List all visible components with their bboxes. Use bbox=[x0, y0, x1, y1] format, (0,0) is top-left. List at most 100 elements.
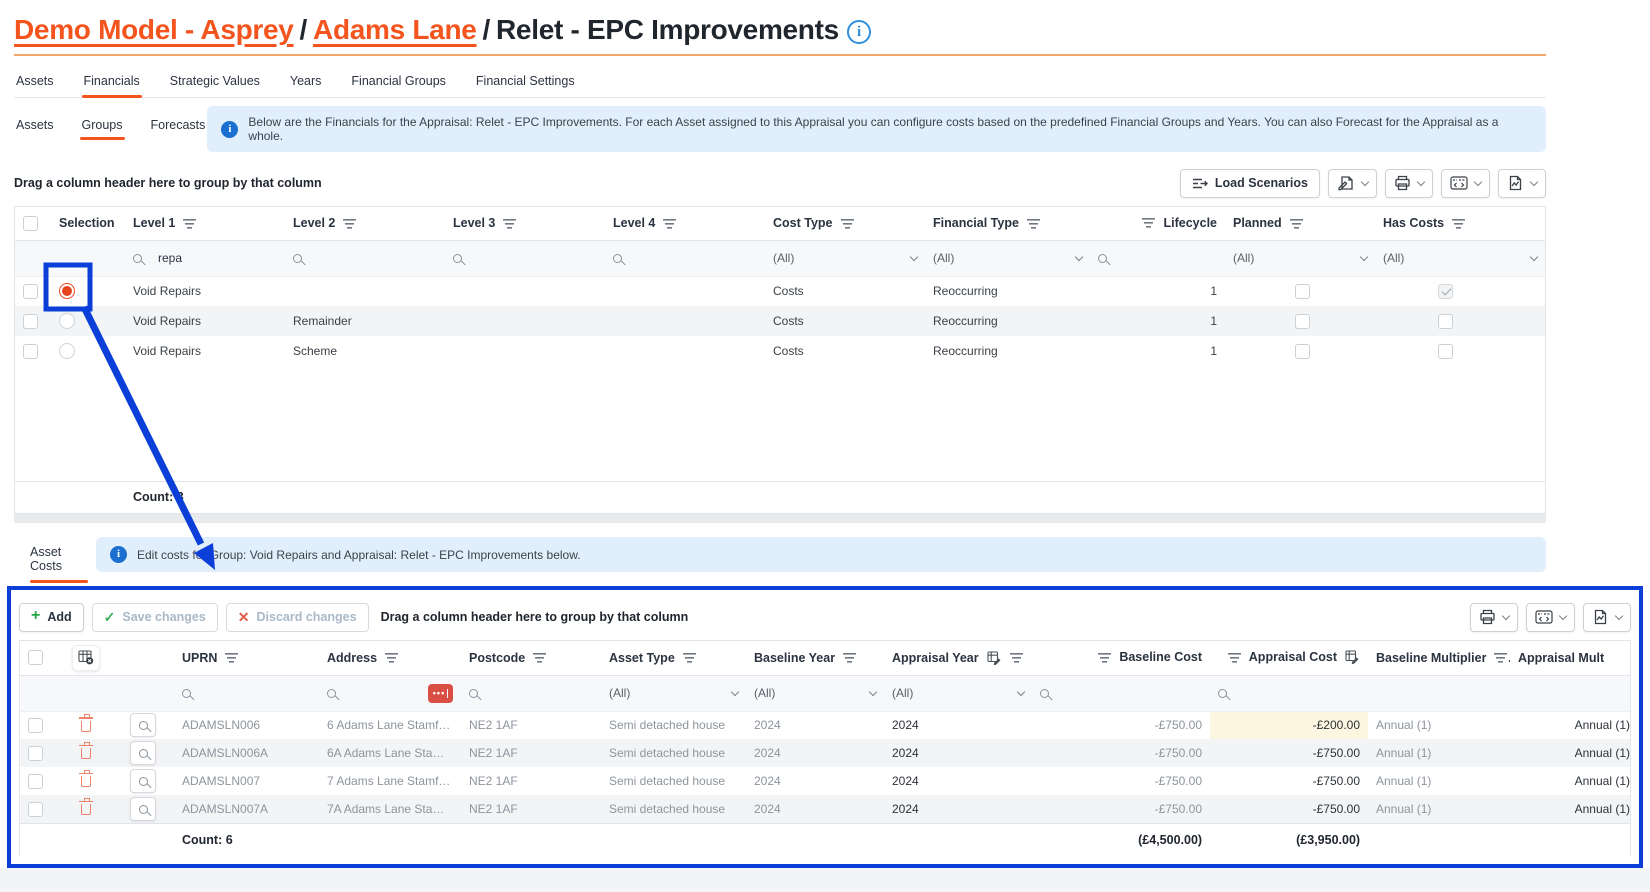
has-costs-checkbox[interactable] bbox=[1438, 314, 1453, 329]
row-lookup-button[interactable] bbox=[130, 797, 156, 821]
col-appraisal-year[interactable]: Appraisal Year bbox=[884, 641, 1032, 675]
selection-radio[interactable] bbox=[59, 343, 75, 359]
col-appraisal-cost[interactable]: Appraisal Cost bbox=[1210, 641, 1368, 675]
tab-assets[interactable]: Assets bbox=[14, 68, 56, 97]
delete-row-icon[interactable] bbox=[81, 748, 91, 759]
col-level1[interactable]: Level 1 bbox=[125, 207, 285, 240]
filter-appraisal-year[interactable]: (All) bbox=[884, 675, 1032, 711]
tab-strategic-values[interactable]: Strategic Values bbox=[168, 68, 262, 97]
filter-icon[interactable] bbox=[503, 218, 516, 229]
row-lookup-button[interactable] bbox=[130, 741, 156, 765]
planned-checkbox[interactable] bbox=[1295, 284, 1310, 299]
appraisal-cost-cell[interactable]: -£750.00 bbox=[1210, 739, 1368, 767]
filter-financial-type[interactable]: (All) bbox=[925, 240, 1090, 276]
col-asset-type[interactable]: Asset Type bbox=[601, 641, 746, 675]
horizontal-scrollbar[interactable] bbox=[14, 514, 1546, 523]
row-checkbox[interactable] bbox=[23, 284, 38, 299]
asset-cost-row[interactable]: ADAMSLN006 6 Adams Lane Stamfor... NE2 1… bbox=[20, 711, 1631, 739]
selection-radio[interactable] bbox=[59, 313, 75, 329]
subtab-groups[interactable]: Groups bbox=[80, 116, 125, 142]
group-row[interactable]: Void Repairs Costs Reoccurring 1 bbox=[15, 276, 1545, 306]
group-row[interactable]: Void Repairs Remainder Costs Reoccurring… bbox=[15, 306, 1545, 336]
row-checkbox[interactable] bbox=[28, 718, 43, 733]
delete-row-icon[interactable] bbox=[81, 721, 91, 732]
asset-cost-row[interactable]: ADAMSLN006A 6A Adams Lane Stamf... NE2 1… bbox=[20, 739, 1631, 767]
filter-lifecycle[interactable] bbox=[1090, 240, 1225, 276]
col-baseline-year[interactable]: Baseline Year bbox=[746, 641, 884, 675]
col-has-costs[interactable]: Has Costs bbox=[1375, 207, 1545, 240]
row-checkbox[interactable] bbox=[28, 774, 43, 789]
asset-cost-row[interactable]: ADAMSLN007A 7A Adams Lane Stamf... NE2 1… bbox=[20, 795, 1631, 823]
has-costs-checkbox[interactable] bbox=[1438, 344, 1453, 359]
planned-checkbox[interactable] bbox=[1295, 314, 1310, 329]
filter-icon[interactable] bbox=[1142, 217, 1155, 228]
filter-postcode[interactable] bbox=[461, 675, 601, 711]
selection-radio[interactable] bbox=[59, 283, 75, 299]
subtab-forecasts[interactable]: Forecasts bbox=[149, 116, 208, 142]
has-costs-checkbox[interactable] bbox=[1438, 284, 1453, 299]
image-export-button[interactable] bbox=[1583, 603, 1631, 632]
filter-cost-type[interactable]: (All) bbox=[765, 240, 925, 276]
save-changes-button[interactable]: ✓Save changes bbox=[92, 603, 218, 632]
filter-icon[interactable] bbox=[1494, 652, 1507, 663]
delete-row-icon[interactable] bbox=[81, 776, 91, 787]
filter-baseline-year[interactable]: (All) bbox=[746, 675, 884, 711]
col-lifecycle[interactable]: Lifecycle bbox=[1090, 207, 1225, 240]
filter-icon[interactable] bbox=[1027, 218, 1040, 229]
col-level2[interactable]: Level 2 bbox=[285, 207, 445, 240]
info-icon[interactable]: i bbox=[847, 20, 871, 44]
filter-has-costs[interactable]: (All) bbox=[1375, 240, 1545, 276]
filter-icon[interactable] bbox=[343, 218, 356, 229]
appraisal-cost-cell[interactable]: -£750.00 bbox=[1210, 767, 1368, 795]
filter-icon[interactable] bbox=[385, 652, 398, 663]
planned-checkbox[interactable] bbox=[1295, 344, 1310, 359]
filter-icon[interactable] bbox=[1098, 652, 1111, 663]
row-lookup-button[interactable] bbox=[130, 713, 156, 737]
filter-level4[interactable] bbox=[605, 240, 765, 276]
row-checkbox[interactable] bbox=[23, 344, 38, 359]
print-button[interactable] bbox=[1385, 169, 1433, 198]
row-checkbox[interactable] bbox=[28, 746, 43, 761]
filter-icon[interactable] bbox=[183, 218, 196, 229]
row-checkbox[interactable] bbox=[23, 314, 38, 329]
discard-changes-button[interactable]: ✕Discard changes bbox=[226, 603, 369, 632]
print-button[interactable] bbox=[1470, 603, 1518, 632]
clear-filters-button[interactable] bbox=[72, 645, 100, 671]
filter-level2[interactable] bbox=[285, 240, 445, 276]
batch-edit-icon[interactable] bbox=[1345, 650, 1360, 664]
select-all-checkbox[interactable] bbox=[28, 650, 43, 665]
filter-icon[interactable] bbox=[841, 218, 854, 229]
col-planned[interactable]: Planned bbox=[1225, 207, 1375, 240]
filter-asset-type[interactable]: (All) bbox=[601, 675, 746, 711]
filter-planned[interactable]: (All) bbox=[1225, 240, 1375, 276]
filter-icon[interactable] bbox=[1228, 652, 1241, 663]
col-uprn[interactable]: UPRN bbox=[174, 641, 319, 675]
delete-row-icon[interactable] bbox=[81, 804, 91, 815]
filter-icon[interactable] bbox=[843, 652, 856, 663]
filter-appraisal-cost[interactable] bbox=[1210, 675, 1368, 711]
filter-uprn[interactable] bbox=[174, 675, 319, 711]
appraisal-cost-cell[interactable]: -£200.00 bbox=[1210, 711, 1368, 739]
filter-level1[interactable]: repa bbox=[125, 240, 285, 276]
col-cost-type[interactable]: Cost Type bbox=[765, 207, 925, 240]
ellipsis-badge[interactable]: ••• bbox=[428, 684, 453, 703]
subtab-assets[interactable]: Assets bbox=[14, 116, 56, 142]
export-button[interactable] bbox=[1328, 169, 1377, 198]
select-all-checkbox[interactable] bbox=[23, 216, 38, 231]
col-address[interactable]: Address bbox=[319, 641, 461, 675]
asset-cost-row[interactable]: ADAMSLN007 7 Adams Lane Stamfor... NE2 1… bbox=[20, 767, 1631, 795]
filter-icon[interactable] bbox=[1010, 652, 1023, 663]
tab-financial-groups[interactable]: Financial Groups bbox=[349, 68, 448, 97]
filter-icon[interactable] bbox=[683, 652, 696, 663]
breadcrumb-link-model[interactable]: Demo Model - Asprey bbox=[14, 14, 294, 45]
filter-address[interactable]: ••• bbox=[319, 675, 461, 711]
col-level4[interactable]: Level 4 bbox=[605, 207, 765, 240]
filter-icon[interactable] bbox=[533, 652, 546, 663]
filter-icon[interactable] bbox=[1452, 218, 1465, 229]
code-export-button[interactable] bbox=[1526, 603, 1575, 632]
filter-icon[interactable] bbox=[663, 218, 676, 229]
load-scenarios-button[interactable]: Load Scenarios bbox=[1180, 169, 1320, 198]
col-baseline-multiplier[interactable]: Baseline Multiplier bbox=[1368, 641, 1510, 675]
row-checkbox[interactable] bbox=[28, 802, 43, 817]
filter-icon[interactable] bbox=[225, 652, 238, 663]
